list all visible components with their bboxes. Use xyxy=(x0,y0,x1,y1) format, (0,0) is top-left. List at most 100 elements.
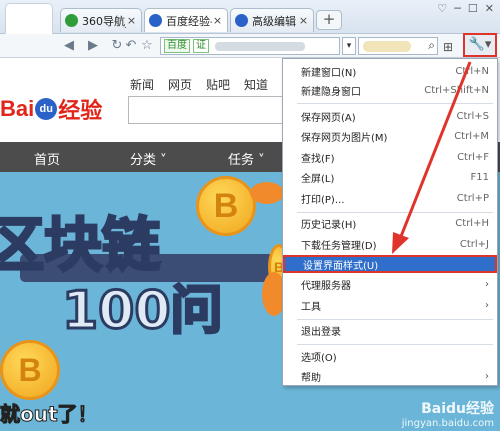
cat-task[interactable]: 任务 ˅ xyxy=(228,149,265,168)
menu-item-shortcut: Ctrl+P xyxy=(456,192,489,204)
tab-label: 百度经验- xyxy=(166,14,212,28)
menu-item-shortcut: Ctrl+Shift+N xyxy=(424,84,489,96)
menu-item-shortcut: Ctrl+J xyxy=(459,238,489,250)
menu-item-shortcut: Ctrl+F xyxy=(457,151,489,163)
window-controls: ♡ ─ ☐ ✕ xyxy=(437,2,494,15)
menu-item-label: 新建隐身窗口 xyxy=(301,86,361,98)
baidu-paw-icon: du xyxy=(35,98,58,120)
watermark: Baidu经验 jingyan.baidu.com xyxy=(402,398,494,429)
search-icon[interactable]: ⌕ xyxy=(428,38,435,53)
menu-item-interface-style[interactable]: 设置界面样式(U) xyxy=(283,255,497,273)
close-window-button[interactable]: ✕ xyxy=(485,2,494,15)
close-icon[interactable]: × xyxy=(126,14,137,27)
cert-badge: 证 xyxy=(193,39,209,53)
close-icon[interactable]: × xyxy=(212,14,223,27)
menu-separator xyxy=(297,344,493,345)
menu-separator xyxy=(297,212,493,213)
menu-item-label: 下载任务管理(D) xyxy=(301,240,377,252)
menu-item-label: 设置界面样式(U) xyxy=(303,260,379,272)
apps-grid-icon[interactable]: ⊞ xyxy=(443,40,453,54)
banner-bottom-text: 就out了！ xyxy=(0,402,98,427)
menu-item-help[interactable]: 帮助 › xyxy=(283,367,497,385)
close-icon[interactable]: × xyxy=(298,14,309,27)
menu-item-proxy[interactable]: 代理服务器 › xyxy=(283,275,497,293)
page-search-input[interactable] xyxy=(128,96,288,124)
cat-category-label: 分类 xyxy=(130,153,157,168)
logo-bai: Bai xyxy=(0,96,35,121)
menu-item-logout[interactable]: 退出登录 xyxy=(283,321,497,339)
tab-label: 高级编辑 xyxy=(252,14,296,28)
menu-item-new-window[interactable]: 新建窗口(N) Ctrl+N xyxy=(283,62,497,80)
menu-item-label: 选项(O) xyxy=(301,352,337,364)
menu-item-shortcut: F11 xyxy=(470,171,489,183)
bitcoin-icon: B xyxy=(196,176,256,236)
cat-home[interactable]: 首页 xyxy=(34,149,60,168)
forward-icon[interactable]: ▶ xyxy=(84,37,102,55)
menu-item-save-page[interactable]: 保存网页(A) Ctrl+S xyxy=(283,107,497,125)
menu-item-print[interactable]: 打印(P)... Ctrl+P xyxy=(283,189,497,207)
menu-item-shortcut: Ctrl+N xyxy=(455,65,489,77)
menu-item-shortcut: Ctrl+H xyxy=(455,217,489,229)
menu-separator xyxy=(297,319,493,320)
banner-subtitle: 100问 xyxy=(61,280,225,343)
menu-item-downloads[interactable]: 下载任务管理(D) Ctrl+J xyxy=(283,235,497,253)
nav-toolbar: ◀ ▶ ↻ ↶ ☆ 百度 证 ▾ ⌕ ⊞ xyxy=(0,34,500,58)
menu-item-save-as-image[interactable]: 保存网页为图片(M) Ctrl+M xyxy=(283,127,497,145)
address-bar[interactable]: 百度 证 xyxy=(160,37,340,55)
menu-separator xyxy=(297,103,493,104)
tab-bar: 360导航_ × 百度经验- × 高级编辑 × + ♡ ─ ☐ ✕ xyxy=(0,0,500,57)
logo-jingyan: 经验 xyxy=(58,98,103,123)
menu-item-label: 新建窗口(N) xyxy=(301,67,357,79)
tab-advanced-edit[interactable]: 高级编辑 × xyxy=(230,8,314,32)
nav-link-zhidao[interactable]: 知道 xyxy=(244,76,268,93)
search-engine-badge xyxy=(363,41,411,52)
cat-task-label: 任务 xyxy=(228,153,255,168)
decorative-shape xyxy=(250,182,284,204)
chevron-right-icon: › xyxy=(485,278,489,290)
menu-item-find[interactable]: 查找(F) Ctrl+F xyxy=(283,148,497,166)
tab-360-nav[interactable]: 360导航_ × xyxy=(60,8,142,32)
url-text xyxy=(215,41,305,51)
wrench-menu-button[interactable]: 🔧▾ xyxy=(463,33,497,57)
menu-item-label: 历史记录(H) xyxy=(301,219,357,231)
back-icon[interactable]: ◀ xyxy=(60,37,78,55)
menu-item-label: 查找(F) xyxy=(301,153,335,165)
menu-item-fullscreen[interactable]: 全屏(L) F11 xyxy=(283,168,497,186)
site-badge: 百度 xyxy=(164,39,190,53)
cat-category[interactable]: 分类 ˅ xyxy=(130,149,167,168)
chevron-down-icon: ˅ xyxy=(254,153,265,168)
baidu-jingyan-logo[interactable]: Bai du 经验 xyxy=(0,94,102,124)
baidu-paw-icon xyxy=(235,14,248,27)
menu-item-history[interactable]: 历史记录(H) Ctrl+H xyxy=(283,214,497,232)
menu-item-options[interactable]: 选项(O) xyxy=(283,347,497,365)
tab-label: 360导航_ xyxy=(82,14,126,28)
watermark-logo: Baidu经验 xyxy=(421,401,494,417)
menu-item-label: 退出登录 xyxy=(301,326,341,338)
menu-item-label: 保存网页为图片(M) xyxy=(301,132,388,144)
menu-item-label: 打印(P)... xyxy=(301,194,345,206)
star-icon[interactable]: ☆ xyxy=(138,37,156,55)
maximize-button[interactable]: ☐ xyxy=(468,2,478,15)
menu-item-shortcut: Ctrl+S xyxy=(456,110,489,122)
menu-item-tools[interactable]: 工具 › xyxy=(283,296,497,314)
chevron-right-icon: › xyxy=(485,370,489,382)
menu-item-label: 帮助 xyxy=(301,372,321,384)
main-menu-dropdown: 新建窗口(N) Ctrl+N 新建隐身窗口 Ctrl+Shift+N 保存网页(A)… xyxy=(282,58,498,386)
minimize-button[interactable]: ─ xyxy=(454,2,461,15)
tab-baidu-jingyan[interactable]: 百度经验- × xyxy=(144,8,228,32)
baidu-paw-icon xyxy=(149,14,162,27)
nav-link-news[interactable]: 新闻 xyxy=(130,76,154,93)
nav-link-web[interactable]: 网页 xyxy=(168,76,192,93)
menu-item-label: 全屏(L) xyxy=(301,173,335,185)
menu-item-new-incognito[interactable]: 新建隐身窗口 Ctrl+Shift+N xyxy=(283,81,497,99)
360-nav-icon xyxy=(65,14,78,27)
address-dropdown-button[interactable]: ▾ xyxy=(342,37,356,55)
watermark-url: jingyan.baidu.com xyxy=(401,418,494,429)
bitcoin-icon: B xyxy=(0,340,60,400)
new-tab-button[interactable]: + xyxy=(316,10,342,30)
nav-link-tieba[interactable]: 贴吧 xyxy=(206,76,230,93)
menu-item-shortcut: Ctrl+M xyxy=(454,130,489,142)
search-box[interactable]: ⌕ xyxy=(358,37,438,55)
menu-item-label: 工具 xyxy=(301,301,321,313)
skin-icon[interactable]: ♡ xyxy=(437,2,447,15)
